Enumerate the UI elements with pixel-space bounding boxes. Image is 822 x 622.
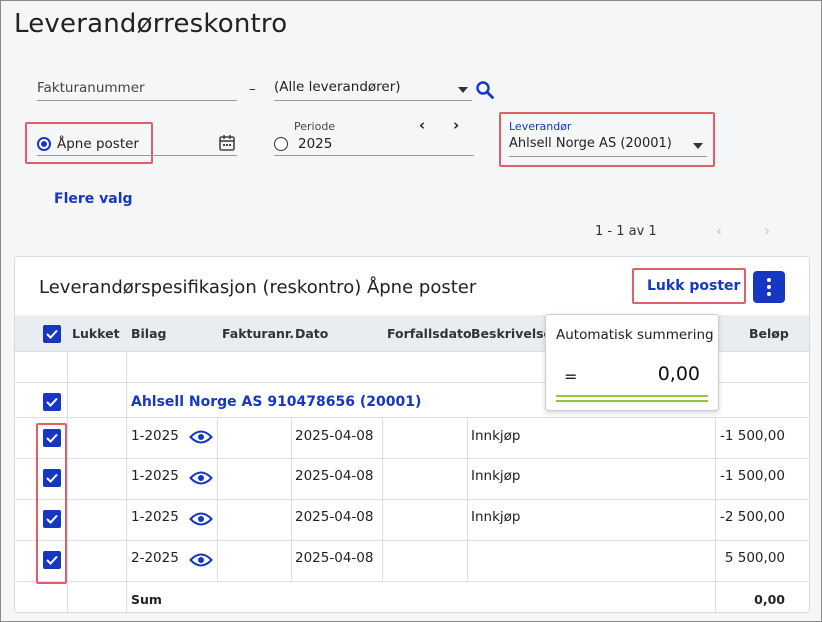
- supplier-label: Leverandør: [509, 120, 572, 133]
- open-items-field[interactable]: Åpne poster: [37, 134, 237, 156]
- row-description: Innkjøp: [471, 428, 521, 444]
- row-date: 2025-04-08: [295, 428, 374, 444]
- open-items-label: Åpne poster: [57, 136, 139, 152]
- row-description: Innkjøp: [471, 509, 521, 525]
- row-checkbox[interactable]: [43, 510, 61, 528]
- invoice-number-field[interactable]: Fakturanummer: [37, 79, 237, 101]
- row-description: Innkjøp: [471, 468, 521, 484]
- eye-icon[interactable]: [189, 511, 213, 531]
- eye-icon[interactable]: [189, 552, 213, 572]
- search-icon[interactable]: [475, 80, 495, 100]
- row-checkbox[interactable]: [43, 551, 61, 569]
- sum-value: 0,00: [754, 592, 785, 607]
- tooltip-equals: =: [564, 367, 578, 386]
- header-due-date[interactable]: Forfallsdato: [387, 326, 472, 341]
- tooltip-title: Automatisk summering: [556, 327, 714, 343]
- range-dash: –: [249, 81, 256, 97]
- row-voucher-link[interactable]: 1-2025: [131, 468, 179, 484]
- select-all-checkbox[interactable]: [43, 325, 61, 343]
- kebab-dot: [767, 285, 771, 289]
- row-amount: 5 500,00: [724, 550, 785, 566]
- period-radio[interactable]: [274, 137, 288, 151]
- header-description[interactable]: Beskrivelse: [471, 326, 552, 341]
- row-amount: -1 500,00: [720, 468, 785, 484]
- supplier-dropdown[interactable]: Leverandør Ahlsell Norge AS (20001): [509, 119, 707, 157]
- more-options-link[interactable]: Flere valg: [54, 191, 133, 207]
- supplier-filter-value: (Alle leverandører): [274, 79, 401, 95]
- open-items-radio[interactable]: [37, 137, 51, 151]
- tooltip-underline: [556, 395, 708, 397]
- ledger-card: Leverandørspesifikasjon (reskontro) Åpne…: [14, 256, 810, 613]
- group-checkbox[interactable]: [43, 393, 61, 411]
- eye-icon[interactable]: [189, 470, 213, 490]
- period-prev-chevron-icon[interactable]: ‹: [419, 116, 425, 134]
- header-closed[interactable]: Lukket: [72, 326, 120, 341]
- period-field[interactable]: 2025: [274, 134, 474, 156]
- more-menu-button[interactable]: [753, 271, 785, 303]
- kebab-dot: [767, 292, 771, 296]
- chevron-down-icon: [693, 143, 703, 149]
- close-items-button[interactable]: Lukk poster: [647, 278, 740, 294]
- chevron-down-icon: [458, 87, 468, 93]
- row-amount: -1 500,00: [720, 428, 785, 444]
- period-value: 2025: [298, 136, 333, 152]
- row-date: 2025-04-08: [295, 550, 374, 566]
- page-title: Leverandørreskontro: [14, 9, 288, 39]
- card-title: Leverandørspesifikasjon (reskontro) Åpne…: [39, 277, 477, 298]
- supplier-filter-dropdown[interactable]: (Alle leverandører): [274, 79, 472, 101]
- period-next-chevron-icon[interactable]: ›: [453, 116, 459, 134]
- auto-sum-tooltip: Automatisk summering = 0,00: [545, 314, 719, 411]
- row-checkbox[interactable]: [43, 469, 61, 487]
- supplier-value: Ahlsell Norge AS (20001): [509, 136, 672, 151]
- calendar-icon[interactable]: [218, 134, 236, 156]
- period-label: Periode: [294, 120, 336, 133]
- invoice-number-placeholder: Fakturanummer: [37, 80, 145, 96]
- header-amount[interactable]: Beløp: [749, 326, 789, 341]
- page-prev-chevron-icon[interactable]: ‹: [716, 222, 722, 240]
- kebab-dot: [767, 278, 771, 282]
- header-voucher[interactable]: Bilag: [131, 326, 166, 341]
- row-voucher-link[interactable]: 2-2025: [131, 550, 179, 566]
- tooltip-underline: [556, 400, 708, 402]
- page-next-chevron-icon[interactable]: ›: [764, 222, 770, 240]
- row-voucher-link[interactable]: 1-2025: [131, 428, 179, 444]
- row-checkbox[interactable]: [43, 429, 61, 447]
- eye-icon[interactable]: [189, 429, 213, 449]
- row-date: 2025-04-08: [295, 468, 374, 484]
- sum-label: Sum: [131, 592, 162, 607]
- header-invoice-no[interactable]: Fakturanr.: [222, 326, 294, 341]
- row-voucher-link[interactable]: 1-2025: [131, 509, 179, 525]
- supplier-group-link[interactable]: Ahlsell Norge AS 910478656 (20001): [131, 394, 421, 410]
- row-date: 2025-04-08: [295, 509, 374, 525]
- pagination-text: 1 - 1 av 1: [595, 224, 657, 239]
- header-date[interactable]: Dato: [295, 326, 328, 341]
- tooltip-value: 0,00: [657, 363, 700, 385]
- row-amount: -2 500,00: [720, 509, 785, 525]
